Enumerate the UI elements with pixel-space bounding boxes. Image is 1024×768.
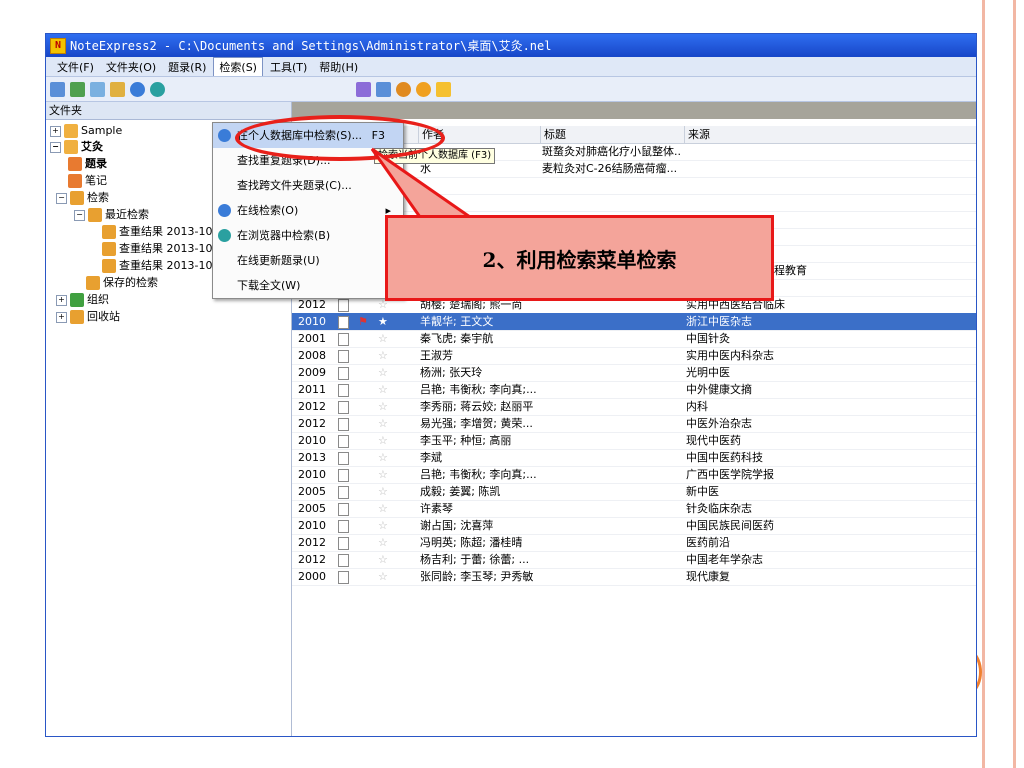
callout-pointer	[370, 147, 475, 219]
callout-box: 2、利用检索菜单检索	[385, 215, 774, 301]
